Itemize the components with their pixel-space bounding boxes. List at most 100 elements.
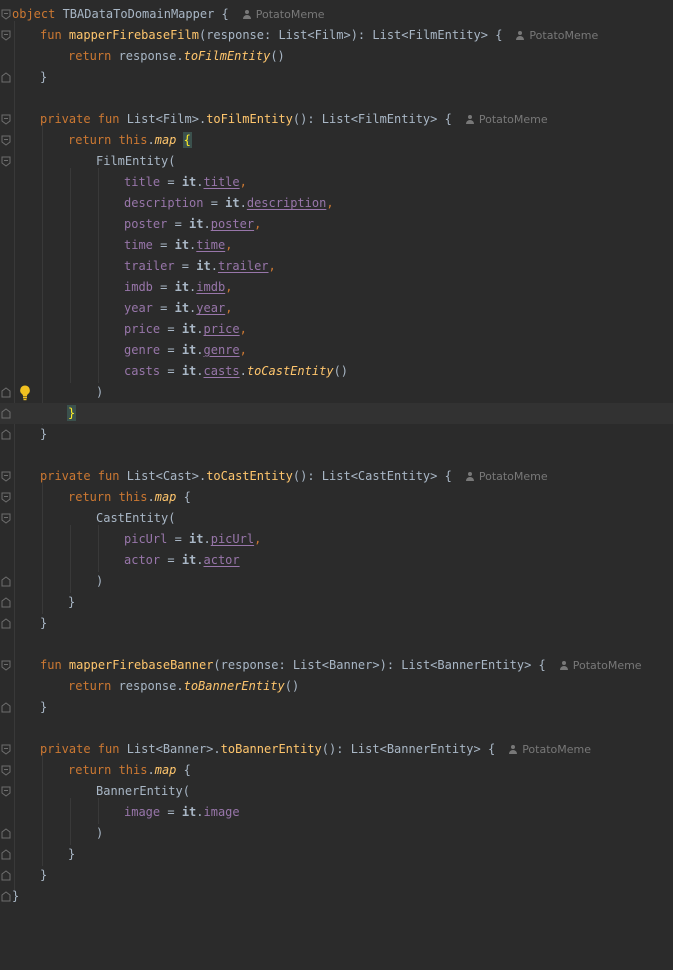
equals: = <box>167 217 190 231</box>
it-keyword: it <box>225 196 240 210</box>
code-line[interactable]: ) <box>0 571 673 592</box>
code-line[interactable]: ) <box>0 823 673 844</box>
call-parens: () <box>270 49 285 63</box>
author-hint[interactable]: PotatoMeme <box>516 29 598 42</box>
code-line[interactable]: return response.toBannerEntity() <box>0 676 673 697</box>
call-parens: () <box>284 679 300 693</box>
receiver: response. <box>111 49 184 63</box>
keyword: private fun <box>40 112 120 126</box>
code-line[interactable]: FilmEntity( <box>0 151 673 172</box>
code-line[interactable]: poster = it.poster, <box>0 214 673 235</box>
author-name: PotatoMeme <box>255 8 325 21</box>
fold-marker-icon[interactable] <box>1 828 11 839</box>
fold-marker-icon[interactable] <box>1 513 11 524</box>
fold-marker-icon[interactable] <box>1 156 11 167</box>
code-line[interactable]: year = it.year, <box>0 298 673 319</box>
author-hint[interactable]: PotatoMeme <box>465 470 548 483</box>
fold-marker-icon[interactable] <box>1 870 11 881</box>
code-line[interactable]: object TBADataToDomainMapper {PotatoMeme <box>0 4 673 25</box>
fold-marker-icon[interactable] <box>1 576 11 587</box>
lightbulb-icon[interactable] <box>18 384 32 401</box>
code-line[interactable]: } <box>0 865 673 886</box>
code-line[interactable]: return response.toFilmEntity() <box>0 46 673 67</box>
fold-marker-icon[interactable] <box>1 492 11 503</box>
code-line[interactable]: private fun List<Cast>.toCastEntity(): L… <box>0 466 673 487</box>
code-line[interactable]: title = it.title, <box>0 172 673 193</box>
author-hint[interactable]: PotatoMeme <box>559 659 642 672</box>
comma: , <box>225 280 233 294</box>
receiver-type: List<Film>. <box>119 112 207 126</box>
constructor-call: CastEntity( <box>96 511 176 525</box>
fold-marker-icon[interactable] <box>1 30 11 41</box>
code-line[interactable]: } <box>0 592 673 613</box>
author-hint[interactable]: PotatoMeme <box>465 113 548 126</box>
fold-marker-icon[interactable] <box>1 744 11 755</box>
code-line[interactable]: } <box>0 67 673 88</box>
code-line[interactable]: trailer = it.trailer, <box>0 256 673 277</box>
code-line[interactable]: } <box>0 697 673 718</box>
fold-marker-icon[interactable] <box>1 597 11 608</box>
code-line[interactable]: fun mapperFirebaseFilm(response: List<Fi… <box>0 25 673 46</box>
code-line[interactable]: } <box>0 844 673 865</box>
fold-marker-icon[interactable] <box>1 471 11 482</box>
keyword: this <box>111 133 148 147</box>
property: actor <box>203 553 240 567</box>
code-line[interactable]: } <box>0 424 673 445</box>
brace: } <box>12 889 20 903</box>
code-line[interactable]: private fun List<Film>.toFilmEntity(): L… <box>0 109 673 130</box>
named-arg: poster <box>124 217 168 231</box>
code-editor[interactable]: object TBADataToDomainMapper {PotatoMeme… <box>0 0 673 910</box>
fold-marker-icon[interactable] <box>1 72 11 83</box>
fold-marker-icon[interactable] <box>1 765 11 776</box>
author-hint[interactable]: PotatoMeme <box>242 8 325 21</box>
author-hint[interactable]: PotatoMeme <box>509 743 591 756</box>
fold-marker-icon[interactable] <box>1 114 11 125</box>
signature: (): List<BannerEntity> { <box>321 742 496 756</box>
code-line[interactable]: private fun List<Banner>.toBannerEntity(… <box>0 739 673 760</box>
it-keyword: it <box>174 301 190 315</box>
code-line[interactable]: actor = it.actor <box>0 550 673 571</box>
code-line[interactable]: genre = it.genre, <box>0 340 673 361</box>
code-line[interactable]: picUrl = it.picUrl, <box>0 529 673 550</box>
fold-marker-icon[interactable] <box>1 660 11 671</box>
code-line[interactable]: ) <box>0 382 673 403</box>
it-keyword: it <box>174 280 190 294</box>
current-line[interactable]: } <box>0 403 673 424</box>
constructor-call: BannerEntity( <box>96 784 190 798</box>
code-line[interactable]: CastEntity( <box>0 508 673 529</box>
code-line[interactable]: BannerEntity( <box>0 781 673 802</box>
code-line[interactable]: return this.map { <box>0 760 673 781</box>
fold-marker-icon[interactable] <box>1 429 11 440</box>
fold-marker-icon[interactable] <box>1 849 11 860</box>
matched-brace: } <box>66 405 77 421</box>
dot: . <box>239 364 247 378</box>
code-line[interactable]: fun mapperFirebaseBanner(response: List<… <box>0 655 673 676</box>
fold-marker-icon[interactable] <box>1 891 11 902</box>
code-line[interactable]: description = it.description, <box>0 193 673 214</box>
dot: . <box>210 259 218 273</box>
comma: , <box>239 343 247 357</box>
code-line[interactable]: casts = it.casts.toCastEntity() <box>0 361 673 382</box>
fold-marker-icon[interactable] <box>1 9 11 20</box>
code-line[interactable]: return this.map { <box>0 130 673 151</box>
function-name: toCastEntity <box>206 469 293 483</box>
comma: , <box>268 259 276 273</box>
equals: = <box>203 196 226 210</box>
code-line[interactable]: price = it.price, <box>0 319 673 340</box>
receiver-type: List<Banner>. <box>119 742 221 756</box>
code-line[interactable]: time = it.time, <box>0 235 673 256</box>
named-arg: imdb <box>124 280 153 294</box>
fold-marker-icon[interactable] <box>1 702 11 713</box>
code-line[interactable]: image = it.image <box>0 802 673 823</box>
code-line[interactable]: imdb = it.imdb, <box>0 277 673 298</box>
code-line[interactable]: return this.map { <box>0 487 673 508</box>
fold-marker-icon[interactable] <box>1 786 11 797</box>
fold-marker-icon[interactable] <box>1 387 11 398</box>
fold-marker-icon[interactable] <box>1 408 11 419</box>
fold-marker-icon[interactable] <box>1 135 11 146</box>
code-line[interactable]: } <box>0 613 673 634</box>
comma: , <box>239 175 247 189</box>
code-line[interactable]: } <box>0 886 673 907</box>
property: genre <box>203 343 240 357</box>
fold-marker-icon[interactable] <box>1 618 11 629</box>
